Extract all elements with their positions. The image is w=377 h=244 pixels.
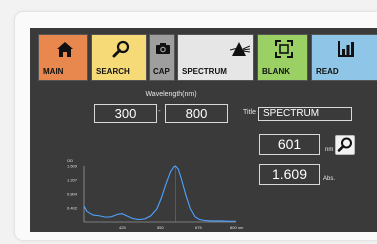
wavelength-separator: - [158, 106, 161, 115]
cap-label: CAP [153, 67, 170, 76]
magnifier-icon [337, 137, 352, 152]
nm-unit-label: nm [325, 147, 334, 153]
wavelength-from-field[interactable]: 300 [94, 104, 157, 123]
abs-unit-label: Abs. [323, 176, 336, 182]
instrument-screen: MAIN SEARCH CAP SPECTRUM BLANK READ Wave… [30, 28, 377, 232]
chart-y-axis-label: OD [67, 158, 73, 163]
wavelength-title: Wavelength(nm) [145, 91, 197, 98]
home-icon [57, 42, 73, 57]
absorbance-readout: 1.609 [259, 164, 320, 185]
chart-y-tick-label: 1.609 [67, 164, 78, 169]
read-label: READ [316, 67, 339, 76]
cap-button[interactable]: CAP [149, 34, 175, 81]
title-label: Title [243, 109, 256, 116]
prism-icon [230, 42, 250, 56]
chart-series-line [83, 165, 236, 222]
chart-x-tick-label: 800 nm [230, 225, 244, 230]
spectrum-label: SPECTRUM [182, 67, 227, 76]
main-button[interactable]: MAIN [38, 34, 88, 81]
chart-y-tick-label: 1.207 [67, 177, 78, 182]
camera-icon [156, 43, 170, 54]
chart-y-tick-label: 0.402 [67, 206, 78, 211]
chart-x-tick-label: 675 [195, 225, 202, 230]
main-label: MAIN [43, 67, 64, 76]
search-button[interactable]: SEARCH [91, 34, 147, 81]
bar-chart-icon [338, 41, 354, 57]
wavelength-to-field[interactable]: 800 [165, 104, 228, 123]
chart-x-tick-label: 550 [157, 225, 164, 230]
peak-search-button[interactable] [335, 135, 355, 155]
read-button[interactable]: READ [311, 34, 377, 81]
search-label: SEARCH [96, 67, 130, 76]
frame-icon [275, 40, 293, 58]
spectrum-chart: OD1.609 1.207 0.804 0.402 425 550 675 800 nm [67, 158, 244, 230]
magnifier-icon [112, 40, 130, 58]
blank-label: BLANK [262, 67, 290, 76]
title-field[interactable]: SPECTRUM [258, 107, 352, 121]
blank-button[interactable]: BLANK [257, 34, 308, 81]
chart-x-tick-label: 425 [119, 225, 126, 230]
spectrum-button[interactable]: SPECTRUM [177, 34, 254, 81]
wavelength-readout: 601 [259, 134, 320, 155]
chart-y-tick-label: 0.804 [67, 192, 78, 197]
